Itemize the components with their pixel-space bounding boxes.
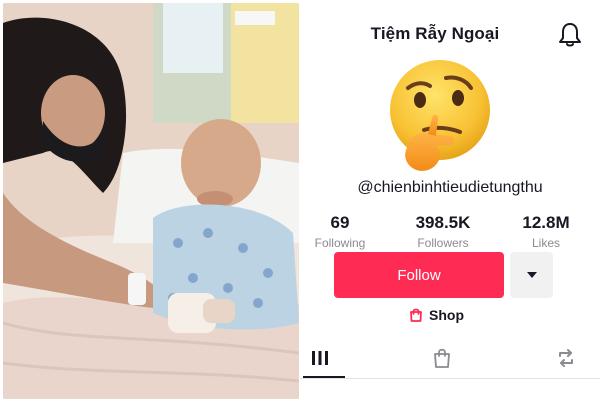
stat-followers-label: Followers	[417, 236, 469, 250]
grid-icon	[312, 351, 328, 365]
thinking-face-icon[interactable]	[378, 58, 498, 178]
stat-likes: 12.8M Likes	[496, 213, 596, 250]
shopping-bag-outline-icon	[434, 348, 450, 368]
stat-following[interactable]: 69 Following	[290, 213, 390, 250]
stat-following-label: Following	[314, 236, 366, 250]
stat-followers[interactable]: 398.5K Followers	[393, 213, 493, 250]
username: @chienbinhtieudietungthu	[357, 179, 543, 196]
bell-icon[interactable]	[558, 22, 582, 48]
caret-down-icon	[526, 272, 537, 278]
stat-following-value: 69	[330, 213, 350, 232]
photo-illustration	[3, 3, 299, 399]
follow-button[interactable]: Follow	[334, 252, 504, 298]
profile-panel: Tiệm Rẫy Ngoại @chienbinhtieudietungthu …	[300, 0, 600, 404]
profile-stats: 69 Following 398.5K Followers 12.8M Like…	[300, 213, 600, 253]
repost-icon	[559, 349, 573, 367]
stat-likes-label: Likes	[531, 236, 560, 250]
tab-videos[interactable]	[306, 346, 334, 370]
stat-likes-value: 12.8M	[522, 213, 570, 232]
tab-shop[interactable]	[428, 346, 456, 370]
tab-divider	[300, 378, 600, 379]
more-options-button[interactable]	[510, 252, 553, 298]
shopping-bag-icon	[410, 308, 422, 322]
profile-tabs	[300, 340, 600, 380]
tab-reposts[interactable]	[552, 346, 580, 370]
profile-name: Tiệm Rẫy Ngoại	[370, 24, 500, 43]
hospital-photo	[3, 3, 299, 399]
shop-link[interactable]: Shop	[408, 305, 464, 325]
shop-label: Shop	[429, 307, 464, 323]
stat-followers-value: 398.5K	[415, 213, 471, 232]
